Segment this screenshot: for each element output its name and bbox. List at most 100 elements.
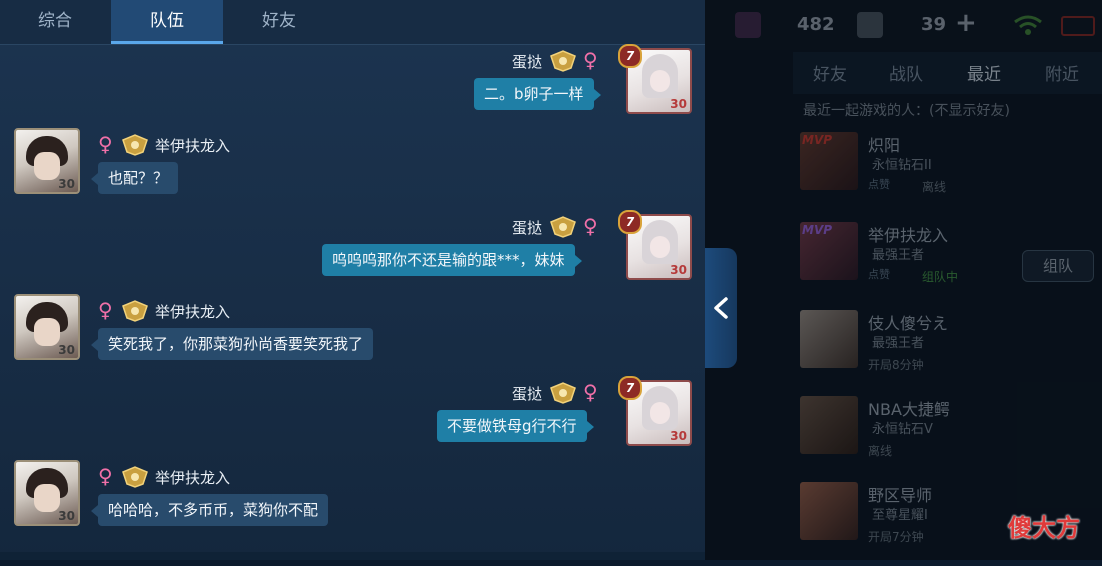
diamond-icon [735, 12, 761, 38]
collapse-handle[interactable] [705, 248, 737, 368]
chat-message-mine: 30 7 ♀ 蛋挞 呜呜呜那你不还是输的跟***，妹妹 [0, 210, 705, 290]
chat-message-mine: 30 7 ♀ 蛋挞 二。b卵子一样 [0, 44, 705, 124]
tab-general[interactable]: 综合 [0, 0, 110, 44]
tab-friends-chat[interactable]: 好友 [224, 0, 334, 44]
rank-badge-icon [122, 300, 148, 322]
avatar[interactable]: 30 [14, 128, 80, 194]
female-icon: ♀ [583, 48, 598, 72]
recent-subtitle: 最近一起游戏的人：(不显示好友) [803, 103, 1010, 119]
female-icon: ♀ [583, 214, 598, 238]
female-icon: ♀ [98, 298, 113, 322]
message-text: 哈哈哈，不多币币，菜狗你不配 [108, 501, 319, 519]
add-icon[interactable]: + [955, 8, 977, 38]
player-rank: 至尊星耀I [872, 508, 928, 523]
avatar[interactable]: 30 [14, 460, 80, 526]
avatar [800, 482, 858, 540]
rank-badge-icon [122, 134, 148, 156]
recent-player-row[interactable]: NBA大捷鳄 永恒钻石V 离线 [800, 396, 1102, 480]
player-status: 离线 [868, 444, 893, 458]
tab-nearby[interactable]: 附近 [1045, 60, 1079, 85]
sender-name: 举伊扶龙入 [155, 303, 231, 321]
player-rank: 永恒钻石II [872, 158, 932, 173]
level-badge: 7 [618, 210, 642, 234]
ticket-icon [857, 12, 883, 38]
message-text: 也配？？ [108, 169, 169, 187]
chat-message-mine: 30 7 ♀ 蛋挞 不要做铁母g行不行 [0, 376, 705, 456]
message-bubble[interactable]: 二。b卵子一样 [474, 78, 601, 110]
player-rank: 最强王者 [872, 248, 925, 263]
chevron-left-icon [714, 297, 728, 319]
message-bubble[interactable]: 笑死我了，你那菜狗孙尚香要笑死我了 [91, 328, 374, 360]
level-label: 30 [58, 509, 75, 523]
like-label: 点赞 [868, 178, 890, 191]
female-icon: ♀ [583, 380, 598, 404]
recent-player-row[interactable]: MVP 炽阳 永恒钻石II 点赞 离线 [800, 132, 1102, 216]
level-label: 30 [670, 429, 687, 443]
message-text: 二。b卵子一样 [484, 85, 584, 103]
player-status: 开局8分钟 [868, 358, 924, 372]
battery-icon [1061, 16, 1095, 36]
message-bubble[interactable]: 哈哈哈，不多币币，菜狗你不配 [91, 494, 329, 526]
chat-message-other: 30 ♀ 举伊扶龙入 哈哈哈，不多币币，菜狗你不配 [0, 460, 705, 540]
chat-panel: 综合 队伍 好友 30 7 ♀ 蛋挞 二。b卵子一样 30 ♀ 举伊扶龙入 也配… [0, 0, 705, 560]
player-name: 伎人傻兮え [868, 314, 949, 333]
player-status: 组队中 [922, 270, 959, 284]
message-text: 不要做铁母g行不行 [447, 417, 577, 435]
wifi-icon [1014, 15, 1042, 35]
like-label: 点赞 [868, 268, 890, 281]
level-label: 30 [58, 343, 75, 357]
rank-badge-icon [122, 466, 148, 488]
resource-bar: 482 39 + [705, 0, 1102, 50]
sender-name: 蛋挞 [512, 219, 543, 237]
tab-recent[interactable]: 最近 [967, 60, 1001, 85]
player-name: 野区导师 [868, 486, 933, 505]
level-label: 30 [670, 263, 687, 277]
rank-badge-icon [550, 50, 576, 72]
avatar: MVP [800, 222, 858, 280]
diamond-count: 482 [797, 14, 835, 35]
mvp-badge: MVP [802, 133, 833, 147]
chat-tab-bar: 综合 队伍 好友 [0, 0, 705, 45]
player-status: 离线 [922, 180, 947, 194]
sender-name: 蛋挞 [512, 385, 543, 403]
avatar [800, 396, 858, 454]
message-bubble[interactable]: 也配？？ [91, 162, 179, 194]
right-tab-bar: 好友 战队 最近 附近 [793, 52, 1102, 94]
avatar [800, 310, 858, 368]
message-bubble[interactable]: 呜呜呜那你不还是输的跟***，妹妹 [322, 244, 582, 276]
player-rank: 最强王者 [872, 336, 925, 351]
ticket-count: 39 [921, 14, 947, 35]
message-text: 呜呜呜那你不还是输的跟***，妹妹 [332, 251, 565, 269]
chat-message-other: 30 ♀ 举伊扶龙入 也配？？ [0, 128, 705, 208]
rank-badge-icon [550, 382, 576, 404]
player-rank: 永恒钻石V [872, 422, 933, 437]
female-icon: ♀ [98, 464, 113, 488]
rank-badge-icon [550, 216, 576, 238]
team-button[interactable]: 组队 [1022, 250, 1094, 282]
tab-clan[interactable]: 战队 [889, 60, 923, 85]
tab-team[interactable]: 队伍 [111, 0, 223, 44]
level-label: 30 [58, 177, 75, 191]
message-text: 笑死我了，你那菜狗孙尚香要笑死我了 [108, 335, 364, 353]
watermark: 傻大方 [1008, 514, 1080, 542]
sender-name: 举伊扶龙入 [155, 469, 231, 487]
recent-player-row[interactable]: 伎人傻兮え 最强王者 开局8分钟 [800, 310, 1102, 394]
sender-name: 蛋挞 [512, 53, 543, 71]
player-name: 举伊扶龙入 [868, 226, 949, 245]
input-strip [0, 552, 705, 560]
sender-name: 举伊扶龙入 [155, 137, 231, 155]
level-badge: 7 [618, 44, 642, 68]
recent-players-panel: 482 39 + 好友 战队 最近 附近 最近一起游戏的人：(不显示好友) MV… [705, 0, 1102, 560]
chat-message-other: 30 ♀ 举伊扶龙入 笑死我了，你那菜狗孙尚香要笑死我了 [0, 294, 705, 374]
player-name: 炽阳 [868, 136, 901, 155]
level-badge: 7 [618, 376, 642, 400]
mvp-badge: MVP [802, 223, 833, 237]
player-name: NBA大捷鳄 [868, 400, 950, 419]
level-label: 30 [670, 97, 687, 111]
avatar[interactable]: 30 [14, 294, 80, 360]
female-icon: ♀ [98, 132, 113, 156]
tab-friends[interactable]: 好友 [813, 60, 847, 85]
message-bubble[interactable]: 不要做铁母g行不行 [437, 410, 594, 442]
avatar: MVP [800, 132, 858, 190]
player-status: 开局7分钟 [868, 530, 924, 544]
